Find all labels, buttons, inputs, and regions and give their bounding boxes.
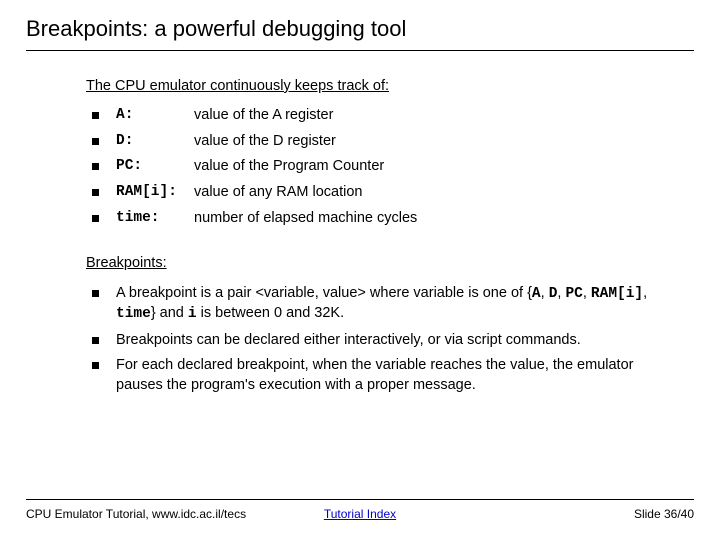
breakpoints-heading: Breakpoints:: [86, 254, 674, 274]
list-item: RAM[i]: value of any RAM location: [86, 183, 674, 203]
breakpoints-list: A breakpoint is a pair <variable, value>…: [86, 284, 674, 396]
list-item: PC: value of the Program Counter: [86, 157, 674, 177]
var-name: time:: [116, 209, 186, 229]
var-desc: number of elapsed machine cycles: [194, 209, 417, 229]
slide: Breakpoints: a powerful debugging tool T…: [0, 0, 720, 540]
code-fragment: D: [549, 286, 558, 302]
tutorial-index-link[interactable]: Tutorial Index: [324, 507, 396, 521]
code-fragment: RAM[i]: [591, 286, 643, 302]
var-name: A:: [116, 106, 186, 126]
text-fragment: For each declared breakpoint, when the v…: [116, 357, 633, 393]
list-item: Breakpoints can be declared either inter…: [86, 331, 674, 351]
slide-body: The CPU emulator continuously keeps trac…: [26, 77, 694, 396]
code-fragment: time: [116, 306, 151, 322]
list-item: A: value of the A register: [86, 106, 674, 126]
footer-right: Slide 36/40: [634, 506, 694, 522]
var-name: PC:: [116, 157, 186, 177]
var-desc: value of the D register: [194, 132, 336, 152]
var-name: RAM[i]:: [116, 183, 186, 203]
var-name: D:: [116, 132, 186, 152]
list-item: A breakpoint is a pair <variable, value>…: [86, 284, 674, 325]
code-fragment: A: [532, 286, 541, 302]
footer-left: CPU Emulator Tutorial, www.idc.ac.il/tec…: [26, 506, 246, 522]
tracking-list: A: value of the A register D: value of t…: [86, 106, 674, 228]
text-fragment: Breakpoints can be declared either inter…: [116, 332, 581, 348]
list-item: D: value of the D register: [86, 132, 674, 152]
code-fragment: PC: [565, 286, 582, 302]
text-fragment: is between 0 and 32K.: [197, 305, 345, 321]
text-fragment: } and: [151, 305, 188, 321]
code-fragment: i: [188, 306, 197, 322]
slide-footer: CPU Emulator Tutorial, www.idc.ac.il/tec…: [26, 499, 694, 522]
tracking-heading: The CPU emulator continuously keeps trac…: [86, 77, 674, 97]
list-item: time: number of elapsed machine cycles: [86, 209, 674, 229]
list-item: For each declared breakpoint, when the v…: [86, 356, 674, 395]
var-desc: value of the A register: [194, 106, 333, 126]
text-fragment: A breakpoint is a pair <variable, value>…: [116, 285, 532, 301]
var-desc: value of the Program Counter: [194, 157, 384, 177]
var-desc: value of any RAM location: [194, 183, 362, 203]
slide-title: Breakpoints: a powerful debugging tool: [26, 14, 694, 51]
